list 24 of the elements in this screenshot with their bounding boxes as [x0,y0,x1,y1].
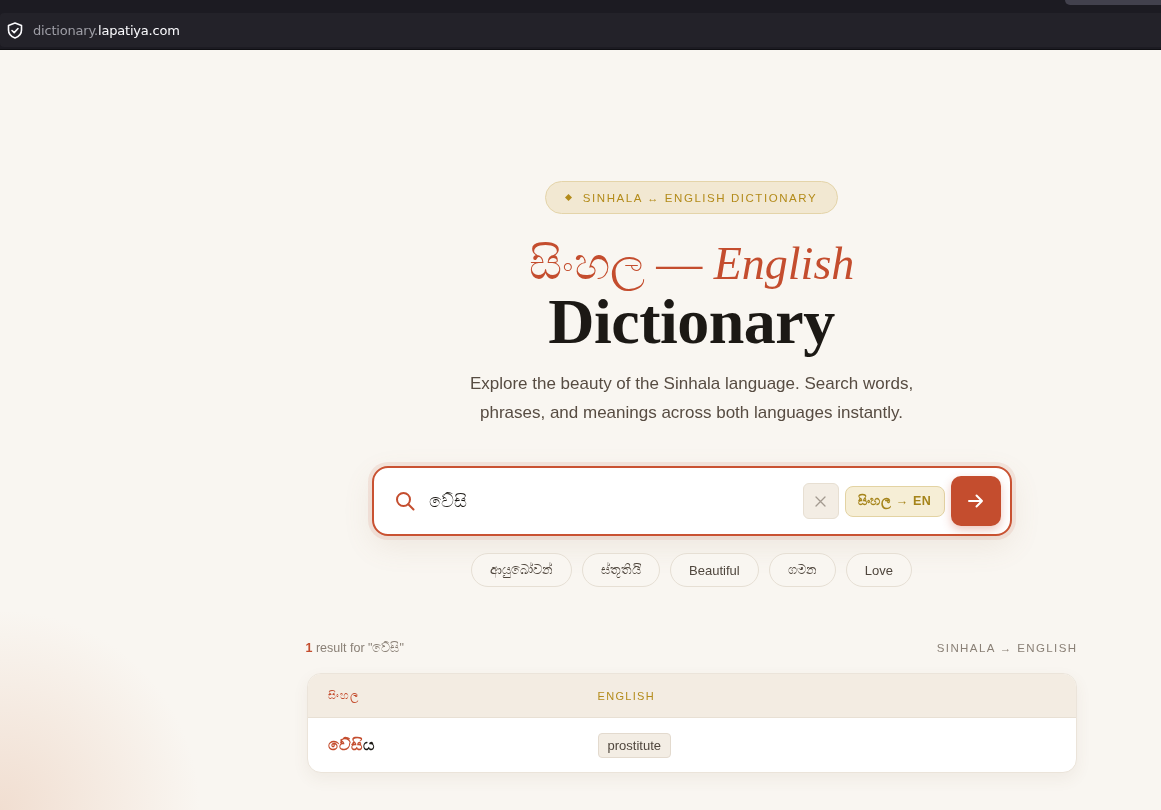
result-count: 1 result for "වේසි" [305,640,404,656]
arrow-right-icon [967,494,984,508]
title-line: සිංහල — English [528,237,855,292]
search-input[interactable]: වේසි [428,486,803,516]
column-header: සිංහල [326,689,361,702]
suggestion-chip[interactable]: ආයුබෝවන් [471,553,573,587]
browser-tab[interactable] [1065,0,1161,5]
sinhala-word[interactable]: වේසිය [307,736,375,754]
shield-icon [7,21,23,39]
url-text[interactable]: dictionary.lapatiya.com [33,22,180,38]
meaning-tag: prostitute [597,732,671,758]
suggestion-chip[interactable]: ස්තූතියි [582,553,661,587]
direction-label: SINHALA → ENGLISH [936,642,1078,654]
clear-button[interactable] [802,483,839,519]
search-icon [394,491,415,511]
badge-label: SINHALA ↔ ENGLISH DICTIONARY [582,191,818,204]
suggestion-chip[interactable]: ගමන [768,553,836,587]
close-icon [815,495,827,507]
suggestion-chip[interactable]: Beautiful [670,553,759,587]
submit-button[interactable] [950,476,1001,526]
suggestion-chip[interactable]: Love [845,553,912,587]
column-header: ENGLISH [596,689,656,702]
diamond-icon [564,194,572,201]
subtitle-text: Explore the beauty of the Sinhala language. Search words, phrases, and meanings across both languages instantly. [468,373,915,424]
